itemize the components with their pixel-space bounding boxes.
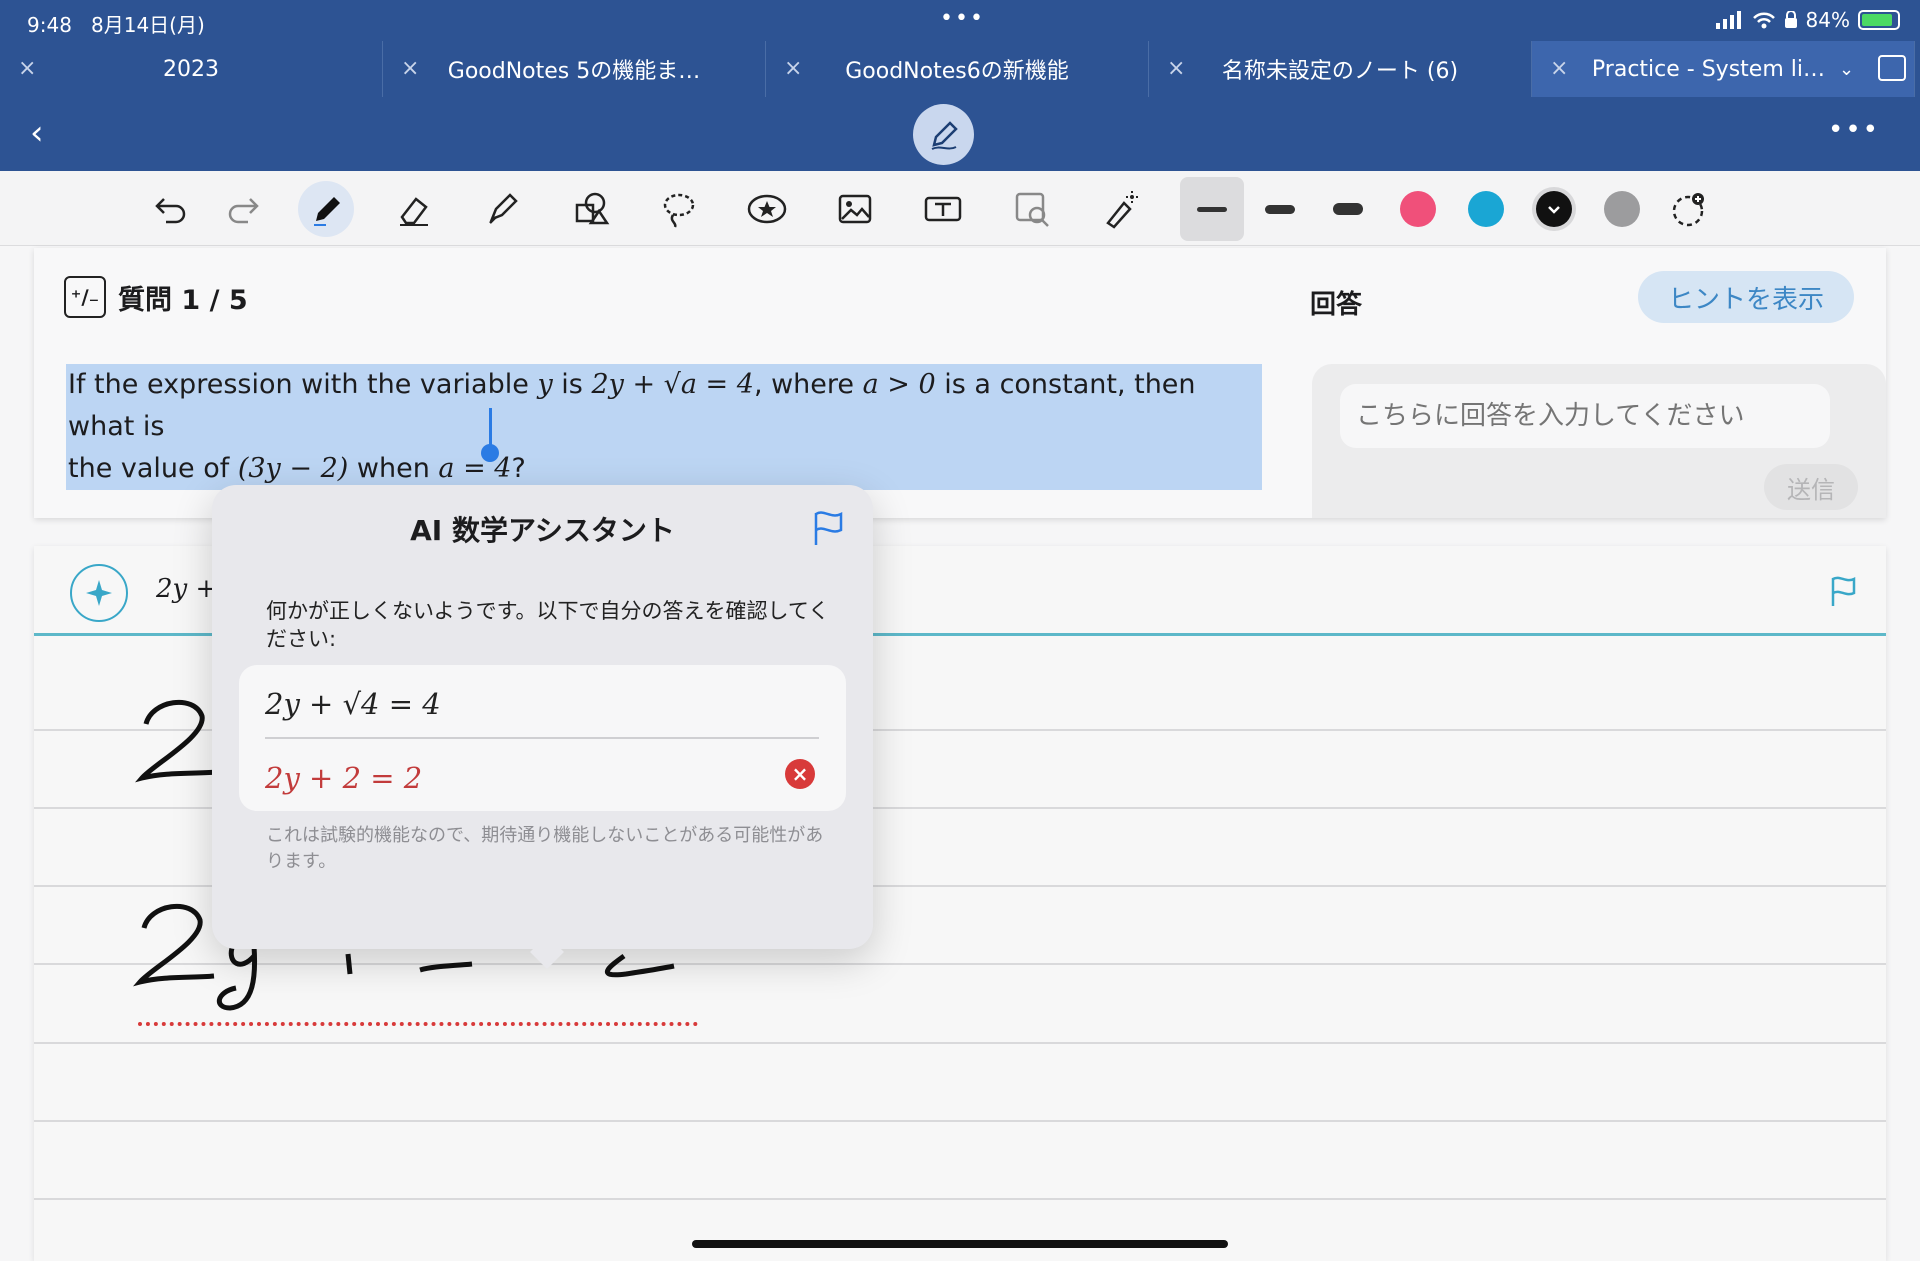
undo-icon[interactable] xyxy=(142,181,198,237)
question-line-2: the value of (3y − 2) when a = 4? xyxy=(66,448,1262,490)
popover-title: AI 数学アシスタント xyxy=(410,514,675,547)
question-counter: 質問 1 / 5 xyxy=(118,284,248,316)
tab-2023[interactable]: × 2023 xyxy=(0,41,383,97)
tab-goodnotes6[interactable]: × GoodNotes6の新機能 xyxy=(766,41,1149,97)
edit-mode-button[interactable] xyxy=(913,104,974,165)
math-question-icon: ⁺∕₋ xyxy=(64,276,106,318)
wifi-icon xyxy=(1752,12,1775,29)
tab-practice[interactable]: × Practice - System li… ⌄ xyxy=(1532,41,1915,97)
eraser-icon[interactable] xyxy=(386,181,442,237)
send-button[interactable]: 送信 xyxy=(1764,464,1858,510)
tab-goodnotes5[interactable]: × GoodNotes 5の機能ま… xyxy=(383,41,766,97)
question-text[interactable]: If the expression with the variable y is… xyxy=(66,364,1262,490)
signal-icon xyxy=(1715,11,1741,29)
answer-label: 回答 xyxy=(1310,290,1363,320)
flag-icon[interactable] xyxy=(811,509,845,547)
color-gray[interactable] xyxy=(1604,191,1640,227)
sticker-icon[interactable] xyxy=(739,181,795,237)
status-time: 9:48 8月14日(月) xyxy=(27,13,205,37)
nav-bar: ‹ ••• xyxy=(0,97,1920,171)
text-box-icon[interactable] xyxy=(915,181,971,237)
add-color-icon[interactable] xyxy=(1660,181,1716,237)
color-black-selected[interactable] xyxy=(1536,191,1572,227)
more-options-icon[interactable]: ••• xyxy=(1828,115,1880,145)
experimental-disclaimer: これは試験的機能なので、期待通り機能しないことがある可能性があります。 xyxy=(266,825,824,872)
multitasking-icon[interactable]: ••• xyxy=(940,6,985,31)
pen-tool-icon[interactable] xyxy=(298,181,354,237)
close-tab-icon[interactable]: × xyxy=(1167,56,1185,81)
color-blue[interactable] xyxy=(1468,191,1504,227)
step-correct: 2y + √4 = 4 xyxy=(265,687,441,721)
divider xyxy=(265,737,819,739)
close-tab-icon[interactable]: × xyxy=(784,56,802,81)
question-line-1: If the expression with the variable y is… xyxy=(66,364,1262,448)
color-pink[interactable] xyxy=(1400,191,1436,227)
answer-panel: 送信 xyxy=(1312,364,1886,518)
battery-percent: 84% xyxy=(1805,8,1850,32)
step-error: 2y + 2 = 2 xyxy=(265,761,423,795)
answer-input[interactable] xyxy=(1340,384,1830,448)
question-header: ⁺∕₋ 質問 1 / 5 xyxy=(64,276,248,318)
tab-untitled-note[interactable]: × 名称未設定のノート (6) xyxy=(1149,41,1532,97)
stroke-medium-icon[interactable] xyxy=(1265,205,1295,214)
show-hint-button[interactable]: ヒントを表示 xyxy=(1638,271,1854,323)
home-indicator[interactable] xyxy=(692,1240,1228,1248)
close-tab-icon[interactable]: × xyxy=(18,56,36,81)
stroke-thin-icon[interactable] xyxy=(1197,207,1227,212)
error-x-icon: × xyxy=(785,759,815,789)
stroke-thick-icon[interactable] xyxy=(1333,203,1363,215)
ai-math-assistant-popover: AI 数学アシスタント 何かが正しくないようです。以下で自分の答えを確認してくだ… xyxy=(212,485,873,969)
solution-steps: 2y + √4 = 4 2y + 2 = 2 × xyxy=(239,665,846,811)
feedback-message: 何かが正しくないようです。以下で自分の答えを確認してください: xyxy=(266,599,830,651)
back-icon[interactable]: ‹ xyxy=(30,113,44,153)
chevron-down-icon xyxy=(1548,206,1560,214)
status-indicators: 84% xyxy=(1715,8,1900,32)
highlighter-icon[interactable] xyxy=(474,181,530,237)
question-card: ⁺∕₋ 質問 1 / 5 回答 ヒントを表示 If the expression… xyxy=(34,248,1886,518)
close-tab-icon[interactable]: × xyxy=(1550,56,1568,81)
tool-bar xyxy=(0,171,1920,246)
pen-icon xyxy=(931,120,958,150)
split-view-icon[interactable] xyxy=(1878,55,1906,81)
lasso-icon[interactable] xyxy=(651,181,707,237)
image-icon[interactable] xyxy=(827,181,883,237)
image-scan-icon[interactable] xyxy=(1004,181,1060,237)
document-tabs: × 2023 × GoodNotes 5の機能ま… × GoodNotes6の新機能 … xyxy=(0,41,1920,97)
chevron-down-icon[interactable]: ⌄ xyxy=(1839,59,1854,80)
status-bar: 9:48 8月14日(月) ••• 84% xyxy=(0,0,1920,41)
battery-icon xyxy=(1858,10,1900,30)
selection-handle-knob[interactable] xyxy=(481,444,499,462)
laser-pointer-icon[interactable] xyxy=(1092,181,1148,237)
redo-icon[interactable] xyxy=(216,181,272,237)
shapes-icon[interactable] xyxy=(563,181,619,237)
close-tab-icon[interactable]: × xyxy=(401,56,419,81)
lock-rotation-icon xyxy=(1784,11,1797,28)
error-underline xyxy=(138,1020,698,1026)
